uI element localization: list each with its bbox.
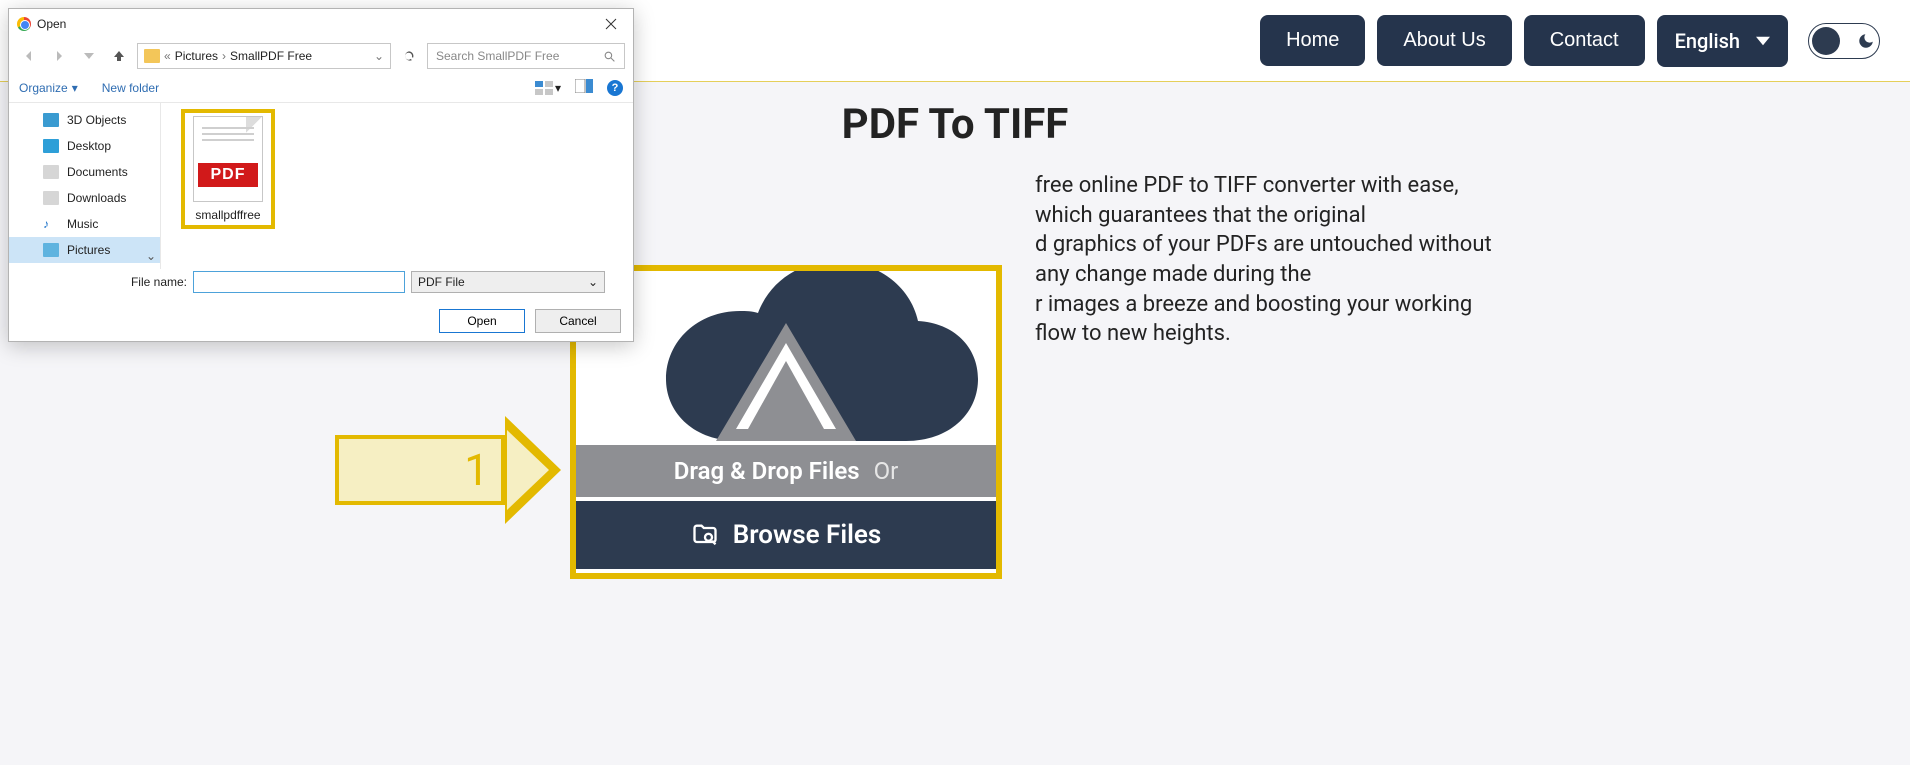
dialog-body: 3D Objects Desktop Documents Downloads ♪…	[9, 103, 633, 269]
browse-label: Browse Files	[733, 520, 881, 550]
dialog-buttons: Open Cancel	[439, 309, 621, 333]
filetype-label: PDF File	[418, 275, 465, 289]
preview-pane-button[interactable]	[575, 79, 593, 96]
file-label: smallpdffree	[188, 208, 268, 222]
tree-item-music[interactable]: ♪ Music	[9, 211, 160, 237]
panel-icon	[575, 79, 593, 93]
cloud-area[interactable]	[576, 271, 996, 441]
tree-item-desktop[interactable]: Desktop	[9, 133, 160, 159]
view-icon	[535, 81, 553, 95]
recent-dropdown[interactable]	[77, 44, 101, 68]
chevron-down-icon	[1756, 34, 1770, 48]
toolbar: Organize ▾ New folder ▾ ?	[9, 73, 633, 103]
dialog-titlebar: Open	[9, 9, 633, 39]
close-button[interactable]	[589, 9, 633, 39]
forward-button[interactable]	[47, 44, 71, 68]
dropdown-caret-icon: ▾	[72, 81, 78, 95]
arrow-up-icon	[112, 49, 126, 63]
open-button[interactable]: Open	[439, 309, 525, 333]
search-icon	[603, 50, 616, 63]
or-label: Or	[874, 457, 899, 485]
view-mode-button[interactable]: ▾	[535, 81, 561, 95]
annotation-step-1: 1	[335, 435, 505, 505]
chevron-right-icon: «	[164, 49, 171, 63]
folder-search-icon	[691, 521, 719, 549]
refresh-icon	[402, 49, 416, 63]
breadcrumb-seg-2[interactable]: SmallPDF Free	[230, 49, 312, 63]
filename-row: File name: PDF File ⌄	[9, 269, 633, 295]
chevron-right-icon: ›	[222, 49, 226, 63]
breadcrumb-seg-1[interactable]: Pictures	[175, 49, 218, 63]
dialog-title: Open	[37, 17, 66, 31]
upload-widget: Drag & Drop Files Or Browse Files	[570, 265, 1002, 579]
arrow-right-icon	[52, 49, 66, 63]
nav-row: « Pictures › SmallPDF Free ⌄ Search Smal…	[9, 39, 633, 73]
nav-contact[interactable]: Contact	[1524, 15, 1645, 66]
breadcrumb[interactable]: « Pictures › SmallPDF Free ⌄	[137, 43, 391, 69]
filename-input[interactable]	[193, 271, 405, 293]
moon-icon	[1857, 32, 1875, 50]
search-input[interactable]: Search SmallPDF Free	[427, 43, 625, 69]
up-button[interactable]	[107, 44, 131, 68]
pdf-badge: PDF	[198, 163, 258, 187]
documents-icon	[43, 165, 59, 179]
tree-item-pictures[interactable]: Pictures	[9, 237, 160, 263]
nav-about[interactable]: About Us	[1377, 15, 1511, 66]
arrow-left-icon	[22, 49, 36, 63]
help-button[interactable]: ?	[607, 80, 623, 96]
pictures-icon	[43, 243, 59, 257]
arrow-head-icon	[505, 416, 561, 524]
search-placeholder: Search SmallPDF Free	[436, 49, 559, 63]
cancel-button[interactable]: Cancel	[535, 309, 621, 333]
browse-files-button[interactable]: Browse Files	[576, 497, 996, 569]
refresh-button[interactable]	[397, 49, 421, 63]
tree-item-documents[interactable]: Documents	[9, 159, 160, 185]
drag-drop-bar[interactable]: Drag & Drop Files Or	[576, 441, 996, 497]
back-button[interactable]	[17, 44, 41, 68]
theme-toggle[interactable]	[1808, 23, 1880, 59]
organize-menu[interactable]: Organize ▾	[19, 81, 78, 95]
cloud-icon	[586, 271, 986, 441]
nav-home[interactable]: Home	[1260, 15, 1365, 66]
drag-label: Drag & Drop Files	[674, 457, 860, 485]
close-icon	[605, 18, 617, 30]
tree-item-3d-objects[interactable]: 3D Objects	[9, 107, 160, 133]
annotation-arrow-1: 1	[335, 416, 561, 524]
tree-caret-icon[interactable]: ⌄	[146, 249, 156, 263]
chevron-down-icon[interactable]: ⌄	[374, 49, 384, 63]
music-icon: ♪	[43, 217, 59, 231]
3d-objects-icon	[43, 113, 59, 127]
language-label: English	[1675, 29, 1740, 53]
chrome-icon	[17, 17, 31, 31]
file-open-dialog: Open « Pictures › SmallPDF Free ⌄	[8, 8, 634, 342]
desktop-icon	[43, 139, 59, 153]
chevron-down-icon	[84, 51, 94, 61]
downloads-icon	[43, 191, 59, 205]
file-item-smallpdffree[interactable]: PDF smallpdffree	[181, 109, 275, 229]
new-folder-button[interactable]: New folder	[102, 81, 159, 95]
dropdown-caret-icon: ▾	[555, 81, 561, 95]
language-select[interactable]: English	[1657, 15, 1788, 67]
folder-tree[interactable]: 3D Objects Desktop Documents Downloads ♪…	[9, 103, 161, 269]
pdf-file-icon: PDF	[193, 116, 263, 202]
file-pane[interactable]: PDF smallpdffree	[161, 103, 633, 269]
filetype-select[interactable]: PDF File ⌄	[411, 271, 605, 293]
toggle-knob	[1812, 27, 1840, 55]
chevron-down-icon: ⌄	[588, 275, 598, 289]
tree-item-downloads[interactable]: Downloads	[9, 185, 160, 211]
filename-label: File name:	[19, 275, 187, 289]
folder-icon	[144, 49, 160, 63]
